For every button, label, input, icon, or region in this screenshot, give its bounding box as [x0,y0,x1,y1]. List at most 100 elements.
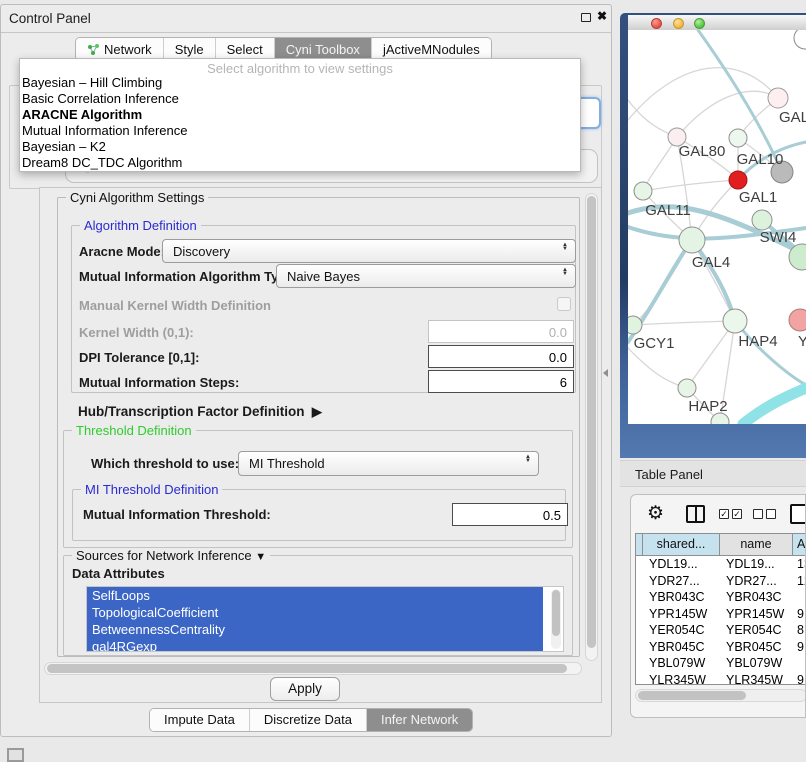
network-node[interactable] [768,88,788,108]
combo-value: Naive Bayes [287,269,360,284]
minimized-panel-icon[interactable] [7,748,24,762]
scrollbar-thumb[interactable] [587,196,596,648]
field-value: 0.0 [549,350,567,365]
table-cell: YBL079W [720,655,793,672]
table-row[interactable]: YDR27...YDR27...12 [636,573,806,590]
checked-box-icon: ✓ [719,509,729,519]
tab-infer-network[interactable]: Infer Network [366,709,472,731]
mi-threshold-input[interactable]: 0.5 [452,503,568,526]
table-row[interactable]: YBL079WYBL079W [636,655,806,672]
data-attribute-item[interactable]: SelfLoops [87,587,543,604]
data-attributes-list[interactable]: SelfLoopsTopologicalCoefficientBetweenne… [86,586,564,652]
panel-title: Control Panel [9,11,91,26]
network-node[interactable] [794,30,806,49]
popup-placeholder: Select algorithm to view settings [20,59,580,75]
network-edge[interactable] [743,388,806,424]
column-header-clipped[interactable]: A [793,534,806,555]
network-edge[interactable] [628,348,687,388]
tab-label: jActiveMNodules [383,42,480,57]
network-window-titlebar[interactable] [628,15,806,31]
dpi-tolerance-input[interactable]: 0.0 [428,345,574,368]
network-node[interactable] [729,171,747,189]
network-node[interactable] [678,379,696,397]
hub-definition-toggle[interactable]: Hub/Transcription Factor Definition ▶ [78,404,322,420]
table-row[interactable]: YBR045CYBR045C9. [636,639,806,656]
tab-cyni-toolbox[interactable]: Cyni Toolbox [274,38,371,60]
minimize-traffic-light[interactable] [673,18,684,29]
table-document-icon[interactable] [790,504,806,524]
sources-toggle[interactable]: Sources for Network Inference ▼ [72,548,270,563]
field-value: 6 [560,375,567,390]
column-header-shared-name[interactable]: shared... [643,534,720,555]
horizontal-scrollbar[interactable] [44,662,582,675]
network-canvas[interactable]: GALGAL80GAL10GAL1GAL11SWI4GAL4GCY1HAP4YH… [628,30,806,424]
float-window-icon[interactable] [581,13,591,22]
mi-algorithm-type-label: Mutual Information Algorithm Type: [79,269,298,284]
network-node[interactable] [723,309,747,333]
algorithm-option[interactable]: Mutual Information Inference [20,123,580,139]
table-cell: YLR345W [720,672,793,686]
network-node[interactable] [752,210,772,230]
close-icon[interactable]: ✖ [597,9,607,23]
tab-impute-data[interactable]: Impute Data [150,709,249,731]
algorithm-option[interactable]: Dream8 DC_TDC Algorithm [20,155,580,171]
data-attribute-item[interactable]: BetweennessCentrality [87,621,543,638]
table-horizontal-scrollbar[interactable] [635,689,806,702]
data-attribute-item[interactable]: TopologicalCoefficient [87,604,543,621]
tab-select[interactable]: Select [215,38,274,60]
tab-jactivemnodules[interactable]: jActiveMNodules [371,38,491,60]
network-edge[interactable] [735,321,806,385]
column-selector-icon[interactable] [686,505,705,523]
row-index-column-header[interactable] [636,534,643,555]
deselect-all-icon[interactable] [753,509,776,519]
algorithm-option[interactable]: Bayesian – Hill Climbing [20,75,580,91]
scrollbar-thumb[interactable] [638,691,746,700]
network-node-label: HAP2 [688,398,727,415]
table-row[interactable]: YER054CYER054C8. [636,622,806,639]
network-node[interactable] [634,182,652,200]
kernel-width-input[interactable]: 0.0 [428,320,574,343]
apply-button[interactable]: Apply [270,677,340,701]
table-row[interactable]: YBR043CYBR043C [636,589,806,606]
data-attribute-item[interactable]: gal4RGexp [87,638,543,652]
table-header-row: shared... name A [636,534,806,556]
tab-style[interactable]: Style [163,38,215,60]
network-node[interactable] [729,129,747,147]
table-cell: 8. [793,622,806,639]
network-edge[interactable] [633,321,735,325]
table-row[interactable]: YLR345WYLR345W9. [636,672,806,686]
mi-algorithm-type-combo[interactable]: Naive Bayes ▲▼ [276,264,576,288]
aracne-mode-label: Aracne Mode: [79,244,165,259]
gear-icon[interactable]: ⚙ [647,502,664,525]
network-node[interactable] [628,316,642,334]
close-traffic-light[interactable] [651,18,662,29]
scrollbar-thumb[interactable] [552,590,560,636]
scrollbar-thumb[interactable] [47,664,567,673]
which-threshold-combo[interactable]: MI Threshold ▲▼ [238,451,539,476]
list-scrollbar[interactable] [551,589,561,649]
network-node[interactable] [679,227,705,253]
network-node[interactable] [789,309,806,331]
threshold-definition-group: Threshold Definition Which threshold to … [63,430,573,548]
which-threshold-label: Which threshold to use: [91,456,239,471]
aracne-mode-combo[interactable]: Discovery ▲▼ [162,239,576,263]
table-row[interactable]: YDL19...YDL19...13 [636,556,806,573]
select-all-icon[interactable]: ✓ ✓ [719,509,742,519]
table-row[interactable]: YPR145WYPR145W9. [636,606,806,623]
algorithm-option[interactable]: ARACNE Algorithm [20,107,580,123]
manual-kernel-checkbox[interactable] [557,297,571,311]
zoom-traffic-light[interactable] [694,18,705,29]
algorithm-option[interactable]: Basic Correlation Inference [20,91,580,107]
vertical-scrollbar[interactable] [585,193,598,661]
table-cell: 9. [793,606,806,623]
network-edge[interactable] [643,137,677,191]
column-header-name[interactable]: name [720,534,793,555]
network-edge[interactable] [643,180,738,191]
algorithm-option[interactable]: Bayesian – K2 [20,139,580,155]
splitter-handle[interactable] [603,369,608,377]
mi-steps-input[interactable]: 6 [428,370,574,393]
stepper-icon: ▲▼ [562,243,568,251]
tab-discretize-data[interactable]: Discretize Data [249,709,366,731]
group-title: Threshold Definition [72,423,196,438]
tab-network[interactable]: Network [76,38,163,60]
